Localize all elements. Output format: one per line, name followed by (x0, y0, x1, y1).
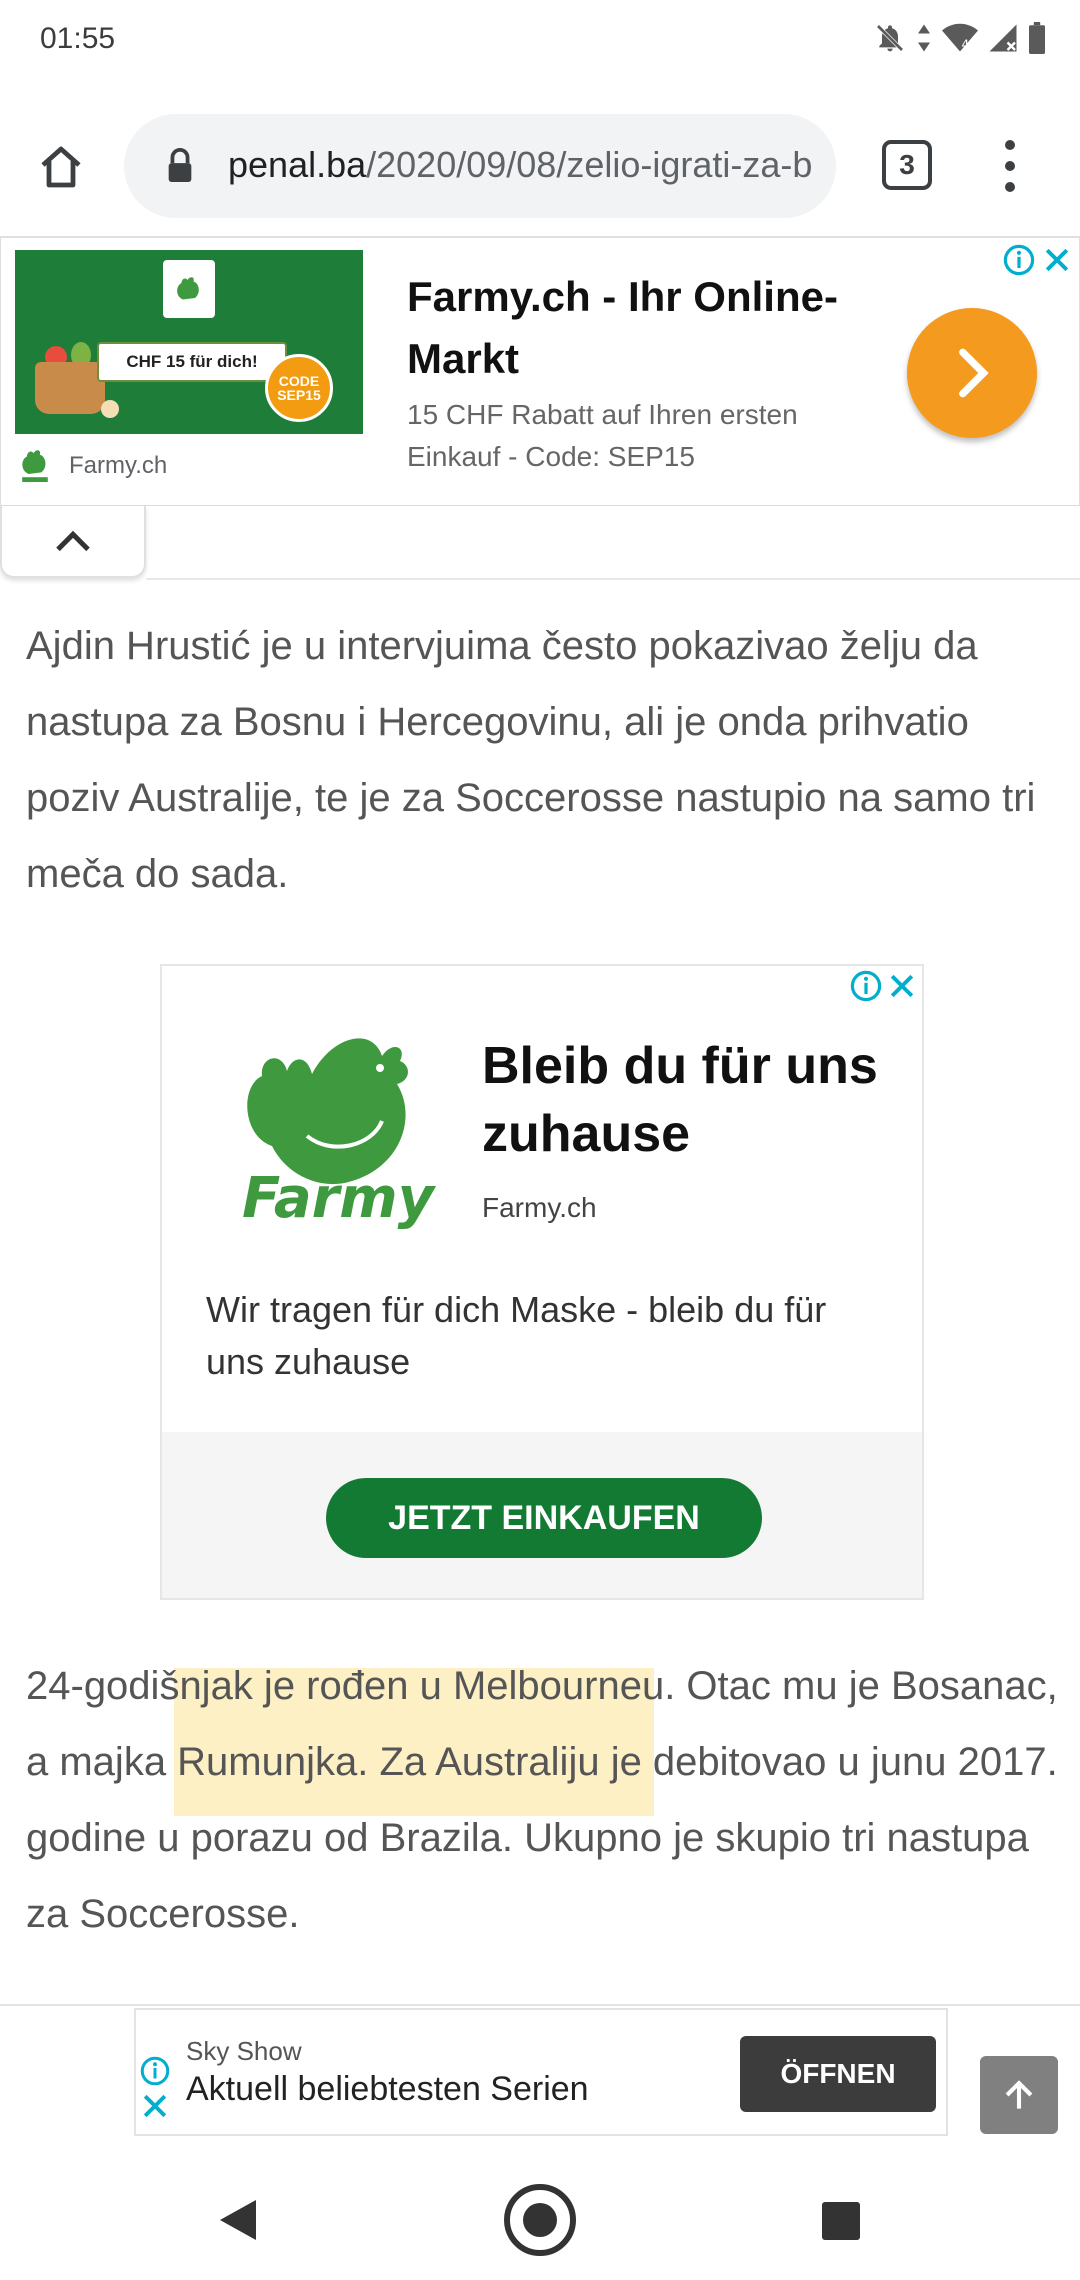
home-icon (41, 146, 81, 188)
status-icons: 4 (874, 18, 1046, 58)
top-ad-banner[interactable]: CHF 15 für dich! CODE SEP15 Farmy.ch Far… (0, 236, 1080, 506)
ad-image: CHF 15 für dich! CODE SEP15 (15, 250, 363, 434)
coupon-label: CHF 15 für dich! (97, 342, 287, 382)
menu-dot-icon (1005, 182, 1015, 192)
open-button[interactable]: ÖFFNEN (740, 2036, 936, 2112)
article-paragraph: 24-godišnjak je rođen u Melbourneu. Otac… (26, 1664, 1058, 1936)
info-icon[interactable] (1003, 244, 1035, 276)
ad-title[interactable]: Bleib du für uns zuhause (482, 1032, 882, 1168)
lock-icon (168, 148, 192, 182)
menu-dot-icon (1005, 161, 1015, 171)
recents-button[interactable] (822, 2202, 860, 2240)
close-icon[interactable] (888, 972, 916, 1000)
address-bar[interactable]: penal.ba/2020/09/08/zelio-igrati-za-b (124, 114, 836, 218)
ad-description: 15 CHF Rabatt auf Ihren ersten Einkauf -… (407, 399, 798, 472)
status-bar: 01:55 4 (0, 0, 1080, 78)
farmy-tag-logo (163, 260, 215, 318)
ad-open-button[interactable] (907, 308, 1037, 438)
system-navigation-bar (0, 2158, 1080, 2280)
ad-choices (1003, 244, 1071, 276)
svg-text:4: 4 (962, 38, 970, 52)
tab-switcher-button[interactable]: 3 (882, 140, 932, 190)
url-path: /2020/09/08/zelio-igrati-za-b (366, 144, 813, 185)
menu-dot-icon (1005, 140, 1015, 150)
home-nav-button[interactable] (504, 2184, 576, 2256)
ad-sponsor: Farmy.ch (19, 448, 167, 484)
shop-now-button[interactable]: JETZT EINKAUFEN (326, 1478, 762, 1558)
close-icon[interactable] (140, 2092, 170, 2120)
ad-choices (140, 2056, 170, 2120)
notifications-off-icon (874, 22, 906, 54)
ad-advertiser-name: Sky Show (186, 2036, 302, 2066)
ad-tagline[interactable]: Aktuell beliebtesten Serien (186, 2070, 589, 2109)
home-button[interactable] (26, 132, 96, 202)
url-text: penal.ba/2020/09/08/zelio-igrati-za-b (228, 144, 828, 186)
ad-headline[interactable]: Farmy.ch - Ihr Online-Markt (407, 266, 867, 390)
overflow-menu-button[interactable] (990, 136, 1030, 196)
ad-body: Wir tragen für dich Maske - bleib du für… (206, 1289, 827, 1382)
arrow-up-icon (1005, 2080, 1033, 2109)
ad-advertiser-name: Farmy.ch (482, 1192, 597, 1223)
close-icon[interactable] (1043, 246, 1071, 274)
sticky-ad[interactable]: Sky Show Aktuell beliebtesten Serien ÖFF… (134, 2008, 948, 2136)
chevron-up-icon (56, 530, 90, 552)
ad-advertiser-name: Farmy.ch (69, 452, 168, 479)
inline-ad[interactable]: Farmy Bleib du für uns zuhause Farmy.ch … (160, 964, 924, 1600)
basket-shape (35, 362, 105, 414)
url-domain: penal.ba (228, 144, 367, 185)
info-icon[interactable] (140, 2056, 170, 2086)
farmy-small-logo (22, 450, 48, 482)
collapse-ad-button[interactable] (0, 506, 146, 578)
back-icon[interactable] (216, 2196, 260, 2244)
signal-icon (988, 23, 1018, 53)
scroll-to-top-button[interactable] (980, 2056, 1058, 2134)
article-paragraph: Ajdin Hrustić je u intervjuima često pok… (26, 624, 1036, 896)
egg-shape (101, 400, 119, 418)
home-dot-icon (523, 2203, 557, 2237)
divider (146, 578, 1080, 580)
chevron-right-icon (959, 348, 989, 398)
code-badge: CODE SEP15 (265, 354, 333, 422)
farmy-logo-text: Farmy (242, 1166, 435, 1231)
status-time: 01:55 (40, 22, 116, 55)
battery-icon (1028, 22, 1046, 54)
info-icon[interactable] (850, 970, 882, 1002)
ad-choices (850, 970, 916, 1002)
wifi-icon: 4 (942, 23, 978, 53)
browser-toolbar: penal.ba/2020/09/08/zelio-igrati-za-b 3 (0, 78, 1080, 236)
data-arrows-icon (916, 23, 932, 53)
